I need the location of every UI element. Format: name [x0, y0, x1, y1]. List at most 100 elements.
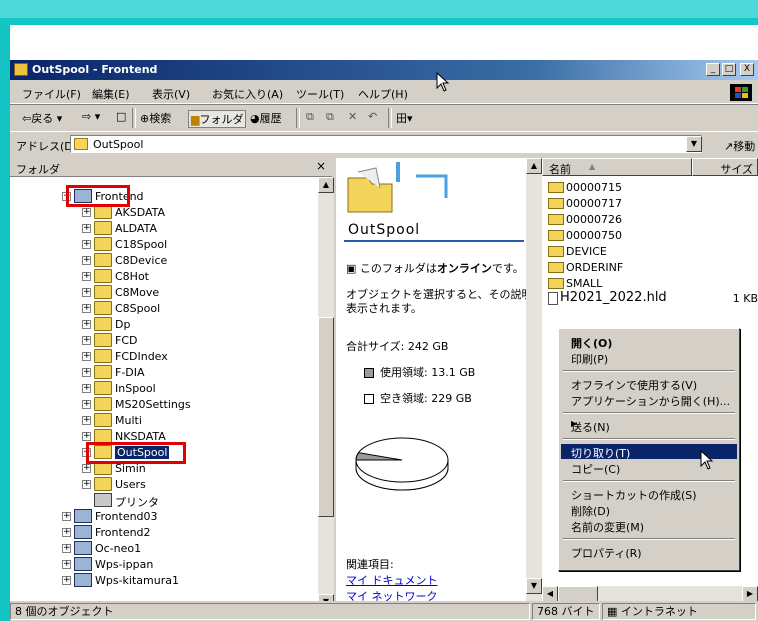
folder-icon — [94, 317, 112, 331]
status-object-count: 8 個のオブジェクト — [10, 603, 530, 620]
folder-name-heading: OutSpool — [348, 222, 421, 238]
menu-favorites[interactable]: お気に入り(A) — [212, 86, 283, 102]
scroll-left-button[interactable]: ◀ — [542, 586, 558, 602]
column-header-size[interactable]: サイズ — [692, 158, 758, 176]
related-label: 関連項目: — [346, 558, 394, 571]
scroll-thumb[interactable] — [558, 586, 598, 602]
info-scrollbar[interactable]: ▲ ▼ — [526, 158, 542, 610]
menu-item-send-to[interactable]: 送る(N) ▶ — [561, 418, 737, 434]
menu-item-offline[interactable]: オフラインで使用する(V) — [561, 376, 737, 392]
computer-icon — [74, 525, 92, 539]
menu-view[interactable]: 表示(V) — [152, 86, 190, 102]
search-icon: ⊕ — [140, 112, 150, 125]
computer-icon — [74, 557, 92, 571]
menu-tools[interactable]: ツール(T) — [296, 86, 344, 102]
folder-icon — [94, 349, 112, 363]
menu-item-delete[interactable]: 削除(D) — [561, 502, 737, 518]
folder-icon — [94, 285, 112, 299]
submenu-arrow-icon: ▶ — [571, 419, 578, 428]
file-list-hscrollbar[interactable]: ◀ ▶ — [542, 586, 758, 602]
menu-item-create-shortcut[interactable]: ショートカットの作成(S) — [561, 486, 737, 502]
folder-pane-header: フォルダ × — [10, 158, 332, 177]
go-button[interactable]: ↗移動 — [724, 138, 755, 154]
forward-button[interactable]: ⇨ ▾ — [82, 110, 100, 123]
menu-item-rename[interactable]: 名前の変更(M) — [561, 518, 737, 534]
mouse-cursor-icon — [436, 72, 450, 92]
history-button[interactable]: ◕履歴 — [250, 110, 282, 126]
folder-icon — [94, 301, 112, 315]
folder-icon — [94, 413, 112, 427]
scroll-up-button[interactable]: ▲ — [318, 177, 334, 193]
folder-icon — [14, 63, 28, 76]
free-space: 空き領域: 229 GB — [364, 390, 472, 406]
views-button[interactable]: 田▾ — [396, 110, 413, 126]
mouse-cursor-icon — [700, 450, 714, 470]
folder-icon — [94, 429, 112, 443]
minimize-button[interactable]: _ — [706, 63, 720, 76]
online-status: ▣ このフォルダはオンラインです。 — [346, 262, 524, 275]
scroll-down-button[interactable]: ▼ — [526, 578, 542, 594]
online-status-icon: ▣ — [346, 262, 357, 275]
printer-icon — [94, 493, 112, 507]
folder-icon — [94, 333, 112, 347]
undo-icon[interactable]: ↶ — [368, 110, 377, 123]
menu-edit[interactable]: 編集(E) — [92, 86, 130, 102]
highlight-frame — [86, 442, 186, 464]
highlight-frame — [66, 185, 130, 207]
up-folder-button[interactable]: □ — [116, 110, 126, 123]
folder-icon — [94, 365, 112, 379]
folder-icon — [94, 397, 112, 411]
menu-item-open-with[interactable]: アプリケーションから開く(H)... — [561, 392, 737, 408]
folder-icon — [94, 477, 112, 491]
title-bar[interactable]: OutSpool - Frontend _ □ X — [10, 60, 758, 80]
move-to-icon[interactable]: ⧉ — [306, 110, 314, 124]
folder-icon — [94, 221, 112, 235]
column-header-name[interactable]: 名前 ▲ — [542, 158, 692, 176]
close-button[interactable]: X — [740, 63, 754, 76]
folder-icon — [94, 253, 112, 267]
folder-info-pane: OutSpool ▣ このフォルダはオンラインです。 オブジェクトを選択すると、… — [336, 158, 526, 610]
folder-pane-close-button[interactable]: × — [316, 159, 326, 173]
folder-icon — [548, 262, 564, 273]
back-button[interactable]: ⇦戻る ▾ — [22, 110, 62, 126]
menu-item-properties[interactable]: プロパティ(R) — [561, 544, 737, 560]
status-zone: ▦ イントラネット — [602, 603, 756, 620]
tree-scrollbar[interactable]: ▲ ▼ — [318, 177, 334, 610]
folder-icon — [548, 278, 564, 289]
address-dropdown-button[interactable]: ▼ — [686, 136, 702, 152]
scroll-thumb[interactable] — [318, 317, 334, 517]
link-my-documents[interactable]: マイ ドキュメント — [346, 572, 438, 588]
folder-icon — [94, 237, 112, 251]
status-size: 768 バイト — [532, 603, 600, 620]
address-input[interactable]: OutSpool — [70, 135, 702, 153]
scroll-up-button[interactable]: ▲ — [526, 158, 542, 174]
folder-icon — [548, 198, 564, 209]
computer-icon — [74, 573, 92, 587]
copy-to-icon[interactable]: ⧉ — [326, 110, 334, 124]
delete-icon[interactable]: ✕ — [348, 110, 357, 123]
history-icon: ◕ — [250, 112, 260, 125]
search-button[interactable]: ⊕検索 — [140, 110, 171, 126]
folder-icon — [548, 214, 564, 225]
folder-tree: − Frontend + AKSDATA + ALDATA + C18Spool + C… — [10, 177, 318, 610]
hint-text-line2: 表示されます。 — [346, 302, 422, 315]
top-banner — [0, 0, 758, 25]
divider — [344, 240, 524, 242]
menu-file[interactable]: ファイル(F) — [22, 86, 81, 102]
toolbar: ⇦戻る ▾ ⇨ ▾ □ ⊕検索 ▆フォルダ ◕履歴 ⧉ ⧉ ✕ ↶ 田▾ — [10, 104, 758, 132]
left-banner — [0, 25, 10, 621]
scroll-right-button[interactable]: ▶ — [742, 586, 758, 602]
folder-icon — [548, 182, 564, 193]
address-label: アドレス(D) — [16, 140, 78, 153]
menu-help[interactable]: ヘルプ(H) — [358, 86, 408, 102]
folder-icon — [94, 269, 112, 283]
menu-item-print[interactable]: 印刷(P) — [561, 350, 737, 366]
folder-icon — [94, 381, 112, 395]
maximize-button[interactable]: □ — [722, 63, 736, 76]
menu-item-open[interactable]: 開く(O) — [561, 334, 737, 350]
folder-icon — [548, 230, 564, 241]
folders-button[interactable]: ▆フォルダ — [188, 110, 247, 128]
disk-usage-pie-chart — [355, 437, 449, 491]
file-icon — [548, 292, 558, 305]
list-item-selected-file[interactable]: H2021_2022.hld 1 KB — [548, 290, 758, 305]
